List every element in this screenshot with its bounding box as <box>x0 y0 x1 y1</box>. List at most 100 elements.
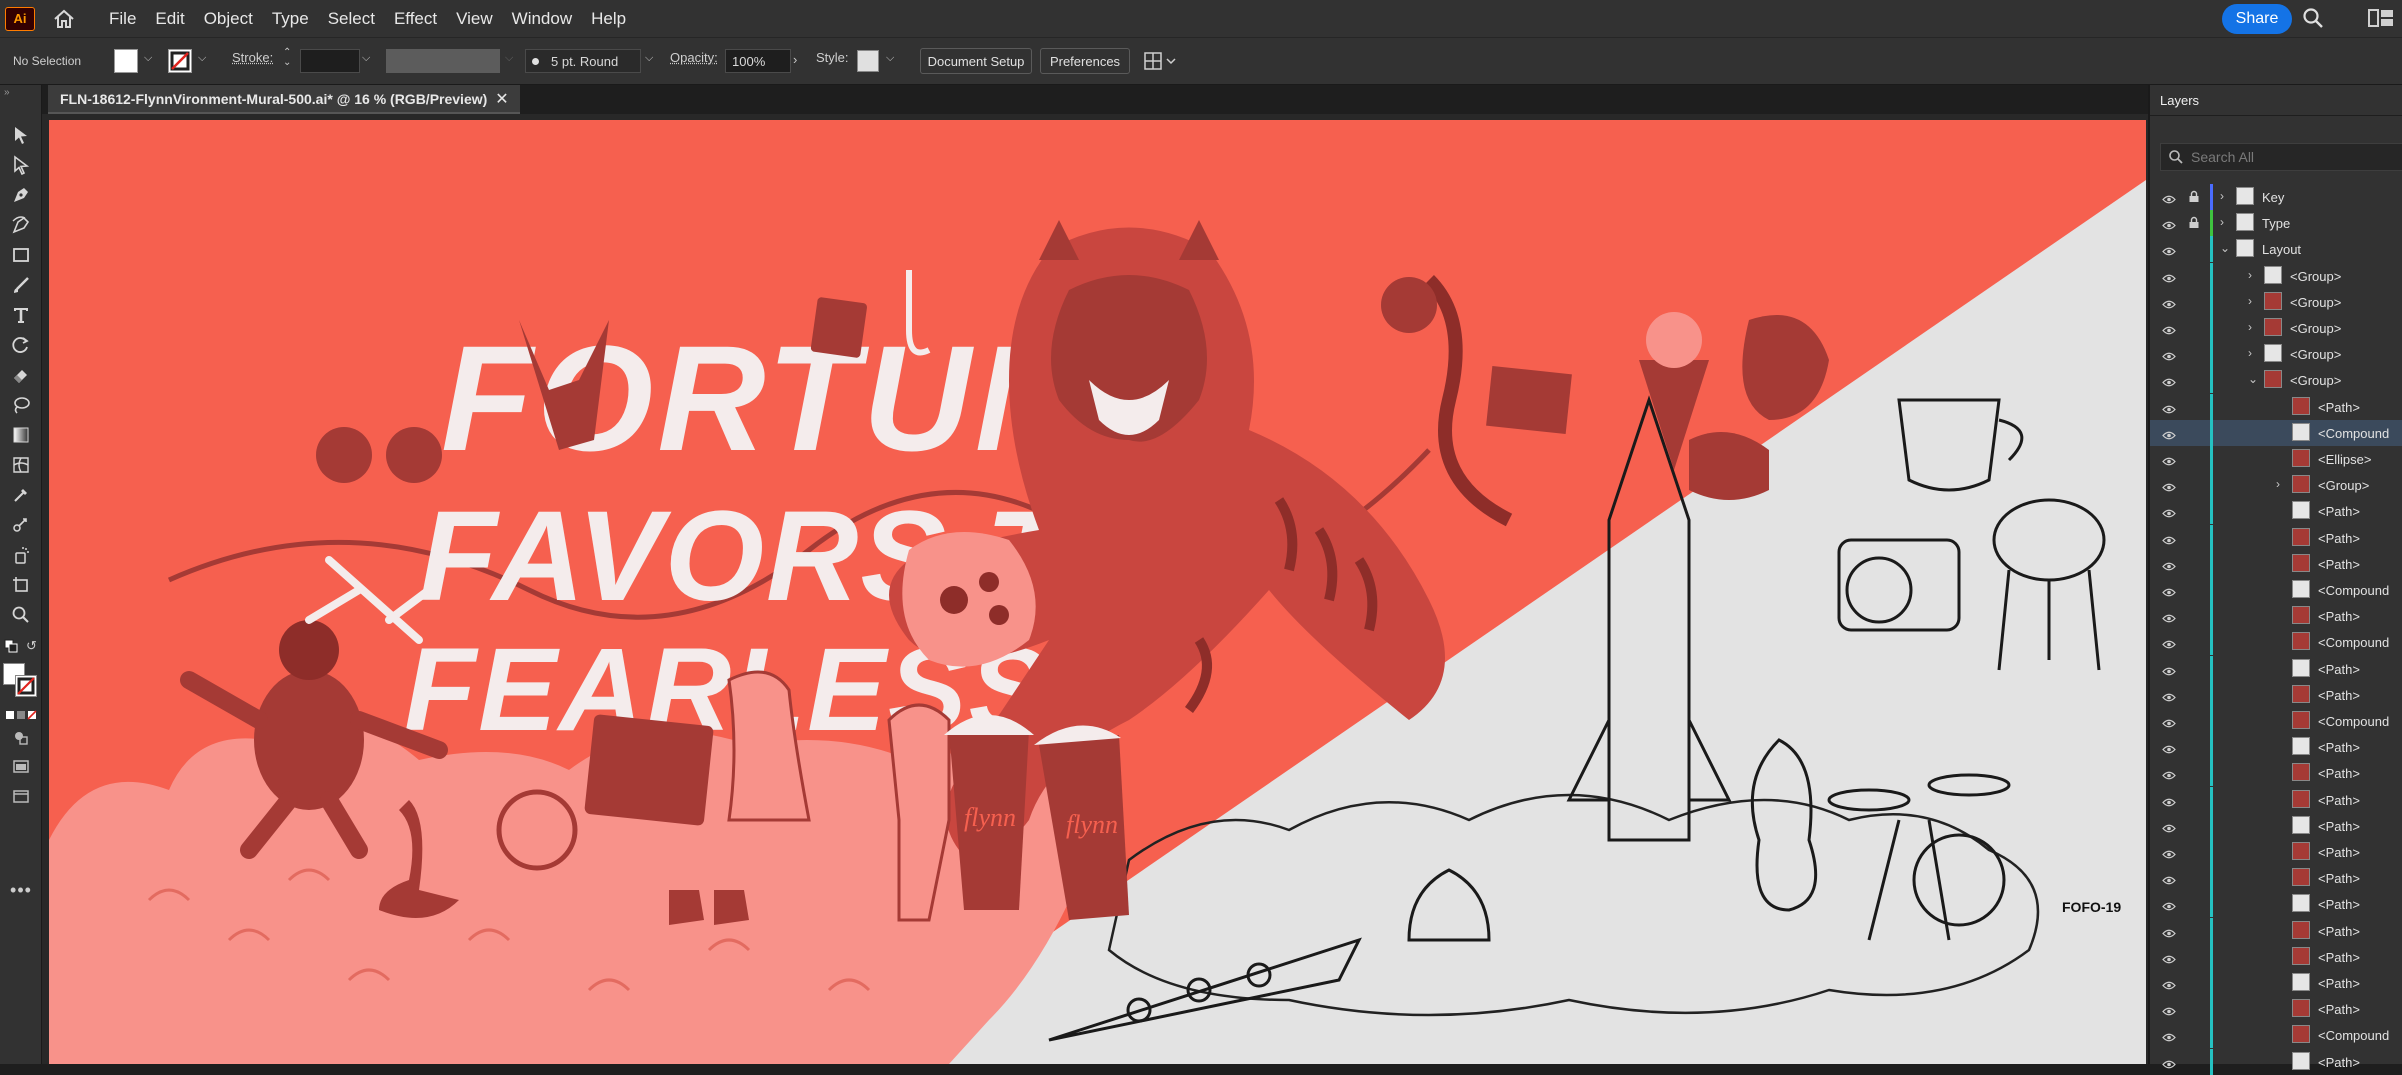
opacity-arrow-icon[interactable]: › <box>793 52 797 67</box>
menu-select[interactable]: Select <box>328 9 375 29</box>
style-swatch[interactable] <box>857 50 879 72</box>
opacity-label[interactable]: Opacity: <box>670 50 718 65</box>
layer-row[interactable]: <Path> <box>2150 682 2402 708</box>
profile-dropdown-icon[interactable]: ⌵ <box>505 52 513 65</box>
layer-row[interactable]: › <Group> <box>2150 289 2402 315</box>
stroke-stepper[interactable]: ⌃ ⌄ <box>283 48 291 68</box>
fill-dropdown-icon[interactable]: ⌵ <box>144 52 152 65</box>
type-tool-icon[interactable] <box>8 304 34 326</box>
rectangle-tool-icon[interactable] <box>8 244 34 266</box>
layer-row[interactable]: <Path> <box>2150 760 2402 786</box>
visibility-eye-icon[interactable] <box>2162 428 2176 437</box>
chevron-right-icon[interactable]: › <box>2220 189 2224 203</box>
layer-row[interactable]: ⌄ <Group> <box>2150 367 2402 393</box>
variable-width-profile[interactable] <box>386 49 500 73</box>
lock-icon[interactable] <box>2188 216 2200 232</box>
menu-file[interactable]: File <box>109 9 136 29</box>
lock-icon[interactable] <box>2188 190 2200 206</box>
layer-row[interactable]: <Path> <box>2150 787 2402 813</box>
visibility-eye-icon[interactable] <box>2162 271 2176 280</box>
curvature-tool-icon[interactable] <box>8 214 34 236</box>
visibility-eye-icon[interactable] <box>2162 454 2176 463</box>
layer-row[interactable]: <Path> <box>2150 996 2402 1022</box>
zoom-tool-icon[interactable] <box>8 604 34 626</box>
visibility-eye-icon[interactable] <box>2162 402 2176 411</box>
visibility-eye-icon[interactable] <box>2162 664 2176 673</box>
chevron-right-icon[interactable]: › <box>2248 268 2252 282</box>
chevron-right-icon[interactable]: › <box>2248 346 2252 360</box>
chevron-right-icon[interactable]: › <box>2220 215 2224 229</box>
layer-search-input[interactable]: Search All <box>2160 143 2402 171</box>
layer-row[interactable]: <Compound <box>2150 708 2402 734</box>
stroke-swatch[interactable] <box>168 49 192 73</box>
home-icon[interactable] <box>49 4 79 34</box>
visibility-eye-icon[interactable] <box>2162 1030 2176 1039</box>
visibility-eye-icon[interactable] <box>2162 873 2176 882</box>
stroke-color-icon[interactable] <box>15 675 37 697</box>
layer-row[interactable]: › <Group> <box>2150 341 2402 367</box>
visibility-eye-icon[interactable] <box>2162 795 2176 804</box>
layer-row[interactable]: › <Group> <box>2150 263 2402 289</box>
visibility-eye-icon[interactable] <box>2162 611 2176 620</box>
menu-help[interactable]: Help <box>591 9 626 29</box>
layer-row[interactable]: <Path> <box>2150 394 2402 420</box>
chevron-down-icon[interactable]: ⌄ <box>2248 372 2258 386</box>
workspace-icon[interactable] <box>2368 9 2394 32</box>
visibility-eye-icon[interactable] <box>2162 218 2176 227</box>
chevron-right-icon[interactable]: › <box>2248 320 2252 334</box>
color-mode-icons[interactable] <box>5 708 37 726</box>
layer-row[interactable]: <Path> <box>2150 970 2402 996</box>
layer-row[interactable]: <Path> <box>2150 865 2402 891</box>
layer-row[interactable]: <Compound <box>2150 1022 2402 1048</box>
artboard[interactable]: FORTUNE FAVORS THE FEARLESS flynn flynn … <box>49 120 2146 1064</box>
visibility-eye-icon[interactable] <box>2162 926 2176 935</box>
lasso-tool-icon[interactable] <box>8 394 34 416</box>
chevron-down-icon[interactable]: ⌄ <box>2220 241 2230 255</box>
direct-selection-tool-icon[interactable] <box>8 154 34 176</box>
eraser-tool-icon[interactable] <box>8 364 34 386</box>
visibility-eye-icon[interactable] <box>2162 1057 2176 1066</box>
visibility-eye-icon[interactable] <box>2162 690 2176 699</box>
close-document-icon[interactable]: ✕ <box>495 89 508 109</box>
style-dropdown-icon[interactable]: ⌵ <box>886 52 894 65</box>
visibility-eye-icon[interactable] <box>2162 899 2176 908</box>
change-screen-mode-icon[interactable] <box>8 756 34 778</box>
search-icon[interactable] <box>2302 7 2324 34</box>
rotate-tool-icon[interactable] <box>8 334 34 356</box>
draw-mode-icon[interactable] <box>8 727 34 749</box>
layer-row[interactable]: <Path> <box>2150 891 2402 917</box>
layer-row[interactable]: <Compound <box>2150 629 2402 655</box>
layer-row[interactable]: › <Group> <box>2150 472 2402 498</box>
stroke-dropdown-icon[interactable]: ⌵ <box>198 52 206 65</box>
layer-row[interactable]: <Path> <box>2150 551 2402 577</box>
symbol-sprayer-tool-icon[interactable] <box>8 544 34 566</box>
edit-toolbar-icon[interactable]: ••• <box>8 879 34 901</box>
chevron-right-icon[interactable]: › <box>2276 477 2280 491</box>
layer-row[interactable]: <Ellipse> <box>2150 446 2402 472</box>
visibility-eye-icon[interactable] <box>2162 978 2176 987</box>
pen-tool-icon[interactable] <box>8 184 34 206</box>
layer-row[interactable]: <Path> <box>2150 918 2402 944</box>
fill-swatch[interactable] <box>114 49 138 73</box>
menu-type[interactable]: Type <box>272 9 309 29</box>
visibility-eye-icon[interactable] <box>2162 768 2176 777</box>
puppet-warp-tool-icon[interactable] <box>8 514 34 536</box>
layer-row[interactable]: › Key <box>2150 184 2402 210</box>
screen-mode-icon[interactable] <box>8 786 34 808</box>
eyedropper-tool-icon[interactable] <box>8 484 34 506</box>
layer-row[interactable]: <Path> <box>2150 839 2402 865</box>
visibility-eye-icon[interactable] <box>2162 585 2176 594</box>
menu-effect[interactable]: Effect <box>394 9 437 29</box>
preferences-button[interactable]: Preferences <box>1040 48 1130 74</box>
artboard-tool-icon[interactable] <box>8 574 34 596</box>
visibility-eye-icon[interactable] <box>2162 506 2176 515</box>
menu-view[interactable]: View <box>456 9 493 29</box>
menu-window[interactable]: Window <box>512 9 572 29</box>
visibility-eye-icon[interactable] <box>2162 847 2176 856</box>
visibility-eye-icon[interactable] <box>2162 192 2176 201</box>
layer-row[interactable]: <Compound <box>2150 420 2402 446</box>
gradient-tool-icon[interactable] <box>8 424 34 446</box>
visibility-eye-icon[interactable] <box>2162 559 2176 568</box>
layer-row[interactable]: <Compound <box>2150 577 2402 603</box>
layer-row[interactable]: <Path> <box>2150 498 2402 524</box>
